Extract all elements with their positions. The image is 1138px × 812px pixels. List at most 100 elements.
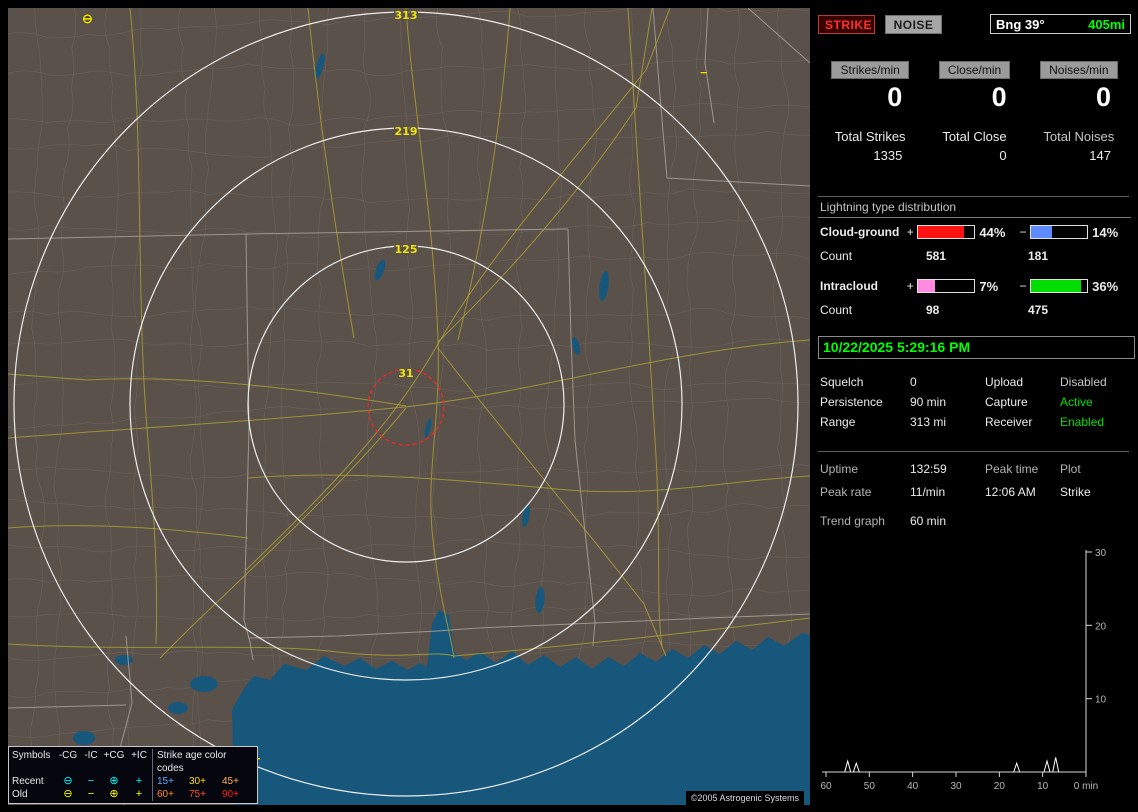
svg-text:10: 10	[1037, 781, 1049, 792]
uptime-label: Uptime	[820, 462, 859, 476]
ring-label-31: 31	[398, 367, 413, 380]
total-close-value: 0	[999, 148, 1007, 163]
ic-plus-count: 98	[926, 303, 940, 317]
age-45-label: 45+	[222, 776, 239, 787]
map-legend: Symbols -CG -IC +CG +IC Strike age color…	[8, 746, 258, 804]
persistence-value: 90 min	[910, 395, 947, 409]
total-labels-row: Total Strikes Total Close Total Noises	[818, 129, 1131, 144]
ic-minus-count: 475	[1028, 303, 1049, 317]
cg-plus-count: 581	[926, 249, 947, 263]
persistence-label: Persistence	[820, 395, 883, 409]
receiver-status: Enabled	[1060, 415, 1105, 429]
close-per-min-button[interactable]: Close/min	[938, 61, 1011, 79]
neg-cg-recent-icon: ⊖	[63, 775, 73, 787]
legend-pos-ic-header: +IC	[131, 750, 147, 761]
capture-label: Capture	[985, 395, 1028, 409]
total-noises-value: 147	[1089, 148, 1111, 163]
ring-label-219: 219	[395, 125, 418, 138]
legend-recent-label: Recent	[12, 776, 44, 787]
uptime-value: 132:59	[910, 462, 947, 476]
total-close-label: Total Close	[942, 129, 1007, 144]
legend-old-label: Old	[12, 789, 28, 800]
ic-minus-bar	[1029, 279, 1089, 293]
squelch-label: Squelch	[820, 375, 864, 389]
section-divider	[818, 451, 1129, 452]
strikes-per-min-value: 0	[887, 82, 903, 112]
age-90-label: 90+	[222, 789, 239, 800]
cg-minus-count: 181	[1028, 249, 1049, 263]
cloud-ground-count-row: Count 581 181	[818, 249, 1129, 263]
svg-text:20: 20	[994, 781, 1006, 792]
neg-cg-old-icon: ⊖	[63, 788, 73, 800]
lightning-map[interactable]: 313 219 125 31 ⊖ − + Symbols -CG -IC +CG +…	[8, 8, 810, 805]
pos-cg-old-icon: ⊕	[109, 788, 119, 800]
age-60-label: 60+	[152, 788, 185, 801]
ring-label-313: 313	[395, 9, 418, 22]
copyright-notice: ©2005 Astrogenic Systems	[685, 791, 804, 805]
cloud-ground-label: Cloud-ground	[820, 225, 900, 239]
lightning-detector-app: { "app": {"copyright": "©2005 Astrogenic…	[0, 0, 1138, 812]
upload-status: Disabled	[1060, 375, 1107, 389]
neg-ic-old-icon: −	[87, 788, 95, 800]
noises-per-min-button[interactable]: Noises/min	[1040, 61, 1118, 79]
trend-window-value: 60 min	[910, 514, 947, 528]
range-label: Range	[820, 415, 856, 429]
strikes-per-min-button[interactable]: Strikes/min	[831, 61, 909, 79]
plus-sign: +	[906, 225, 914, 239]
cg-minus-bar	[1029, 225, 1089, 239]
ic-minus-percent: 36%	[1092, 278, 1119, 294]
map-graphics: 313 219 125 31	[8, 8, 810, 805]
legend-neg-ic-header: -IC	[84, 750, 98, 761]
strike-mode-button[interactable]: STRIKE	[818, 15, 875, 34]
bearing-range-display: Bng 39° 405mi	[990, 14, 1131, 34]
age-30-label: 30+	[189, 776, 206, 787]
ic-plus-bar	[917, 279, 976, 293]
range-value: 313 mi	[910, 415, 947, 429]
cg-minus-percent: 14%	[1092, 224, 1119, 240]
noise-mode-button[interactable]: NOISE	[885, 15, 942, 34]
noises-per-min-value: 0	[1095, 82, 1111, 112]
trend-graph: 10 20 30 60 50 40 30 20 10 0 min	[818, 540, 1110, 792]
minus-sign: −	[1019, 279, 1027, 293]
datetime-display: 10/22/2025 5:29:16 PM	[818, 336, 1135, 359]
rate-buttons-row: Strikes/min Close/min Noises/min	[818, 61, 1131, 79]
intracloud-label: Intracloud	[820, 279, 879, 293]
peak-rate-value: 11/min	[910, 485, 946, 499]
plot-label: Plot	[1060, 462, 1081, 476]
settings-row-1: Squelch 0 Upload Disabled	[820, 375, 1131, 389]
count-label: Count	[820, 303, 853, 317]
total-strikes-label: Total Strikes	[834, 129, 906, 144]
rate-values-row: 0 0 0	[818, 82, 1131, 113]
plot-value: Strike	[1060, 485, 1091, 499]
distribution-title: Lightning type distribution	[818, 200, 1131, 218]
peak-rate-label: Peak rate	[820, 485, 872, 499]
status-row-3: Trend graph 60 min	[820, 514, 1131, 528]
intracloud-row: Intracloud + 7% − 36%	[820, 278, 1131, 294]
peak-time-value: 12:06 AM	[985, 485, 1036, 499]
svg-text:50: 50	[864, 781, 876, 792]
total-strikes-value: 1335	[873, 148, 903, 163]
upload-label: Upload	[985, 375, 1024, 389]
pos-ic-old-icon: +	[135, 788, 143, 800]
legend-pos-cg-header: +CG	[103, 750, 125, 761]
age-15-label: 15+	[152, 775, 185, 788]
count-label: Count	[820, 249, 853, 263]
gulf-of-mexico	[232, 610, 810, 805]
svg-text:40: 40	[907, 781, 919, 792]
trend-graph-label: Trend graph	[820, 514, 885, 528]
range-to-storm-value: 405mi	[1088, 16, 1125, 32]
cloud-ground-row: Cloud-ground + 44% − 14%	[820, 224, 1131, 240]
svg-text:30: 30	[1095, 548, 1107, 559]
age-75-label: 75+	[189, 789, 206, 800]
status-row-2: Peak rate 11/min 12:06 AM Strike	[820, 485, 1131, 499]
legend-age-header: Strike age color codes	[152, 749, 250, 775]
control-panel: STRIKE NOISE Bng 39° 405mi Strikes/min C…	[818, 0, 1135, 812]
close-per-min-value: 0	[991, 82, 1007, 112]
trend-graph-plot: 10 20 30 60 50 40 30 20 10 0 min	[820, 548, 1107, 792]
squelch-value: 0	[910, 375, 917, 389]
settings-row-3: Range 313 mi Receiver Enabled	[820, 415, 1131, 429]
lakes	[73, 53, 609, 745]
svg-text:20: 20	[1095, 621, 1107, 632]
intracloud-count-row: Count 98 475	[818, 303, 1129, 317]
ic-plus-percent: 7%	[979, 278, 999, 294]
